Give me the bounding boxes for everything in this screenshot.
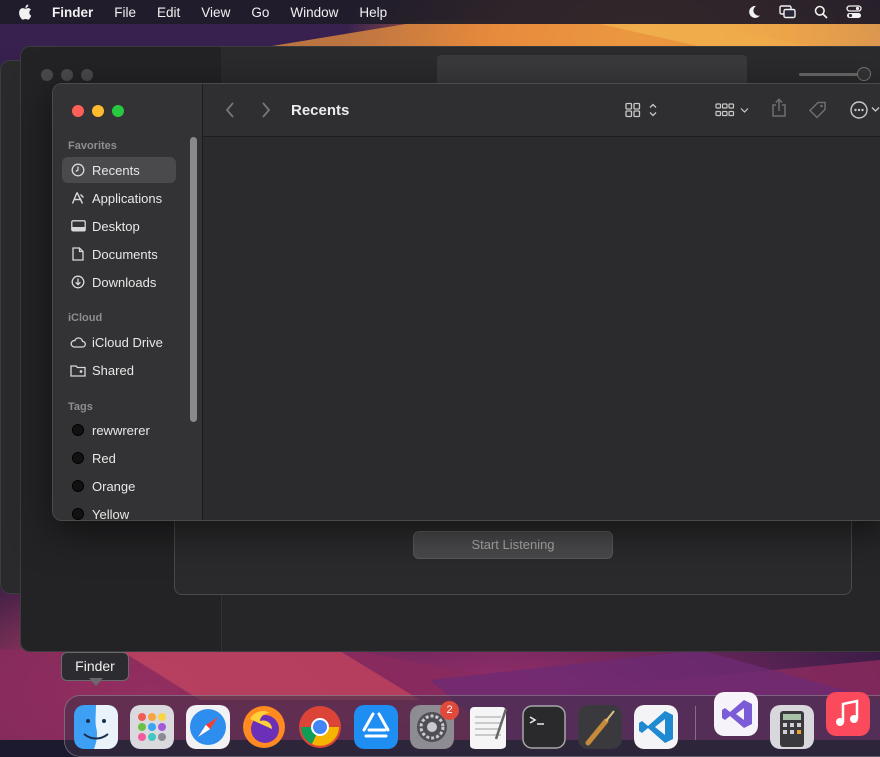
volume-slider-knob[interactable] [857,67,871,81]
menu-window[interactable]: Window [290,5,338,20]
dock-vscode-icon[interactable] [634,705,678,749]
dock-separator [695,706,696,740]
sidebar-item-label: Downloads [92,274,157,290]
sidebar-tag-orange[interactable]: Orange [62,473,176,499]
sidebar-tag-yellow[interactable]: Yellow [62,501,176,521]
sidebar-item-desktop[interactable]: Desktop [62,213,176,239]
dock-tooltip: Finder [61,652,129,681]
sidebar-item-label: Red [92,450,116,466]
dock-textedit-icon[interactable] [466,705,510,749]
dock-launchpad-icon[interactable] [130,705,174,749]
sidebar-item-documents[interactable]: Documents [62,241,176,267]
favorites-header: Favorites [68,140,117,152]
sidebar-item-applications[interactable]: Applications [62,185,176,211]
dock-firefox-icon[interactable] [242,705,286,749]
dock-tooltip-arrow [89,678,103,686]
sidebar-item-label: Applications [92,190,163,206]
desktop-icon [70,218,86,234]
dock-calculator-icon[interactable] [770,705,814,749]
finder-sidebar: Favorites Recents Applications Desktop D… [53,84,203,520]
tag-dot-icon [70,506,86,520]
close-button[interactable] [72,105,84,117]
dock-chrome-icon[interactable] [298,705,342,749]
sidebar-item-label: Shared [92,362,134,378]
dock-finder-icon[interactable] [74,705,118,749]
minimize-button[interactable] [92,105,104,117]
finder-toolbar: Recents [203,84,880,137]
sidebar-item-label: iCloud Drive [92,334,163,350]
sidebar-item-label: Orange [92,478,136,494]
menu-file[interactable]: File [114,5,136,20]
icloud-header: iCloud [68,312,103,324]
sidebar-item-shared[interactable]: Shared [62,357,176,383]
sidebar-item-icloud-drive[interactable]: iCloud Drive [62,329,176,355]
menu-finder[interactable]: Finder [52,5,93,20]
tag-dot-icon [70,422,86,438]
more-options-icon[interactable] [849,100,880,120]
dock-terminal-icon[interactable] [522,705,566,749]
sidebar-item-label: rewwrerer [92,422,150,438]
shared-folder-icon [70,362,86,378]
window-title: Recents [291,102,350,119]
sidebar-item-recents[interactable]: Recents [62,157,176,183]
sidebar-item-label: Yellow [92,506,130,521]
dock-instruments-icon[interactable] [578,705,622,749]
menu-view[interactable]: View [201,5,230,20]
download-icon [70,274,86,290]
tag-dot-icon [70,450,86,466]
dock-visual-studio-icon[interactable] [714,692,758,736]
search-icon[interactable] [814,5,828,19]
menu-bar: Finder File Edit View Go Window Help [0,0,880,24]
view-grid-icon[interactable] [625,102,659,118]
tag-icon[interactable] [808,100,828,120]
sidebar-item-label: Documents [92,246,158,262]
forward-chevron-icon[interactable] [261,102,271,118]
clock-icon [70,162,86,178]
notification-badge: 2 [440,701,459,720]
dock-music-icon[interactable] [826,692,870,736]
applications-icon [70,190,86,206]
tags-header: Tags [68,401,93,413]
control-center-icon[interactable] [846,5,862,19]
document-icon [70,246,86,262]
sidebar-item-downloads[interactable]: Downloads [62,269,176,295]
cloud-icon [70,334,86,350]
background-close-button[interactable] [41,69,53,81]
file-list-area[interactable] [203,137,880,520]
finder-window: Favorites Recents Applications Desktop D… [52,83,880,521]
dock-app-store-icon[interactable] [354,705,398,749]
listen-panel: Start Listening [174,520,852,595]
zoom-button[interactable] [112,105,124,117]
apple-menu-icon[interactable] [18,4,32,20]
dock-safari-icon[interactable] [186,705,230,749]
menu-go[interactable]: Go [251,5,269,20]
background-zoom-button[interactable] [81,69,93,81]
background-minimize-button[interactable] [61,69,73,81]
tag-dot-icon [70,478,86,494]
sidebar-tag-rewwrerer[interactable]: rewwrerer [62,417,176,443]
sidebar-scrollbar[interactable] [190,137,197,422]
start-listening-button[interactable]: Start Listening [413,531,613,559]
back-chevron-icon[interactable] [225,102,235,118]
sidebar-tag-red[interactable]: Red [62,445,176,471]
group-by-icon[interactable] [715,102,749,118]
menu-edit[interactable]: Edit [157,5,180,20]
sidebar-item-label: Desktop [92,218,140,234]
share-icon[interactable] [771,98,787,118]
screen-mirroring-icon[interactable] [779,5,796,19]
menu-help[interactable]: Help [359,5,387,20]
moon-icon[interactable] [747,5,761,19]
sidebar-item-label: Recents [92,162,140,178]
